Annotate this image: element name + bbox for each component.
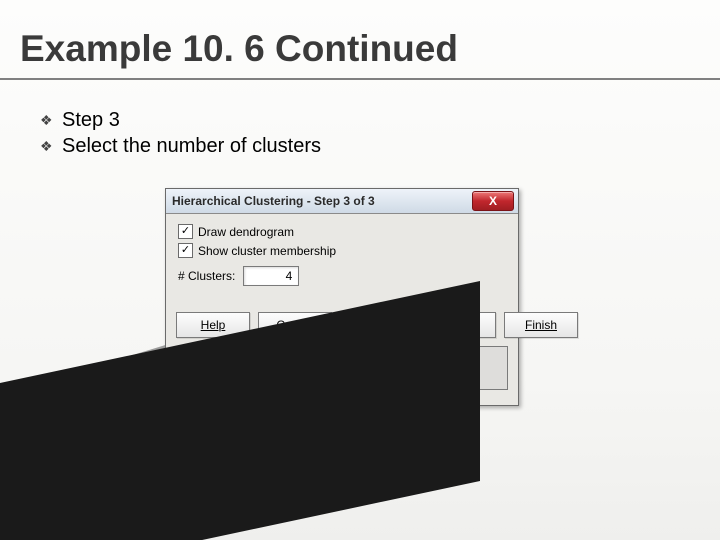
close-icon: X	[489, 194, 497, 208]
clusters-row: # Clusters: 4	[178, 266, 508, 286]
draw-dendrogram-checkbox[interactable]: ✓	[178, 224, 193, 239]
checkbox-row: ✓ Show cluster membership	[178, 243, 508, 258]
dialog-titlebar[interactable]: Hierarchical Clustering - Step 3 of 3 X	[166, 189, 518, 214]
show-cluster-membership-checkbox[interactable]: ✓	[178, 243, 193, 258]
button-label: Help	[201, 318, 226, 332]
checkbox-row: ✓ Draw dendrogram	[178, 224, 508, 239]
checkbox-label: Show cluster membership	[198, 244, 336, 258]
list-item: ❖ Step 3	[40, 108, 321, 132]
bullet-text: Select the number of clusters	[62, 134, 321, 158]
bullet-list: ❖ Step 3 ❖ Select the number of clusters	[40, 108, 321, 160]
title-underline	[0, 78, 720, 80]
clusters-input[interactable]: 4	[243, 266, 299, 286]
bullet-icon: ❖	[40, 134, 62, 158]
close-button[interactable]: X	[472, 191, 514, 211]
clusters-label: # Clusters:	[178, 269, 235, 283]
dialog-caption: Hierarchical Clustering - Step 3 of 3	[172, 194, 375, 208]
page-title: Example 10. 6 Continued	[20, 28, 458, 70]
slide: Example 10. 6 Continued ❖ Step 3 ❖ Selec…	[0, 0, 720, 540]
button-label: Finish	[525, 318, 557, 332]
checkbox-label: Draw dendrogram	[198, 225, 294, 239]
list-item: ❖ Select the number of clusters	[40, 134, 321, 158]
finish-button[interactable]: Finish	[504, 312, 578, 338]
bullet-text: Step 3	[62, 108, 120, 132]
bullet-icon: ❖	[40, 108, 62, 132]
